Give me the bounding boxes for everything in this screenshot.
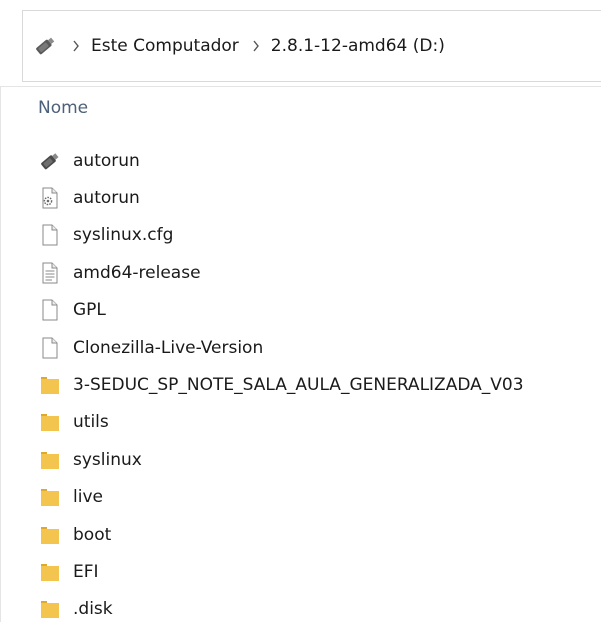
file-name: syslinux.cfg bbox=[73, 225, 174, 246]
list-item[interactable]: syslinux bbox=[38, 441, 598, 478]
list-item[interactable]: Clonezilla-Live-Version bbox=[38, 329, 598, 366]
usb-drive-icon bbox=[38, 149, 62, 173]
list-item[interactable]: utils bbox=[38, 404, 598, 441]
file-name: utils bbox=[73, 412, 109, 433]
folder-icon bbox=[38, 485, 62, 509]
file-list: autorun autorun syslinux.cfg amd64-relea… bbox=[38, 142, 598, 622]
list-item[interactable]: 3-SEDUC_SP_NOTE_SALA_AULA_GENERALIZADA_V… bbox=[38, 366, 598, 403]
folder-icon bbox=[38, 597, 62, 621]
list-item[interactable]: .disk bbox=[38, 591, 598, 622]
blank-file-icon bbox=[38, 298, 62, 322]
list-item[interactable]: autorun bbox=[38, 142, 598, 179]
chevron-right-icon[interactable] bbox=[72, 40, 80, 52]
file-explorer-window: Este Computador 2.8.1-12-amd64 (D:) Nome… bbox=[0, 0, 601, 622]
folder-icon bbox=[38, 560, 62, 584]
file-name: autorun bbox=[73, 188, 140, 209]
folder-icon bbox=[38, 410, 62, 434]
file-name: EFI bbox=[73, 561, 99, 582]
file-name: GPL bbox=[73, 300, 106, 321]
file-name: live bbox=[73, 487, 103, 508]
breadcrumb-drive-d[interactable]: 2.8.1-12-amd64 (D:) bbox=[271, 36, 445, 56]
folder-icon bbox=[38, 373, 62, 397]
folder-icon bbox=[38, 523, 62, 547]
list-item[interactable]: GPL bbox=[38, 292, 598, 329]
breadcrumb-este-computador[interactable]: Este Computador bbox=[91, 36, 239, 56]
blank-file-icon bbox=[38, 223, 62, 247]
file-name: autorun bbox=[73, 150, 140, 171]
list-item[interactable]: amd64-release bbox=[38, 254, 598, 291]
list-item[interactable]: live bbox=[38, 479, 598, 516]
file-name: .disk bbox=[73, 599, 113, 620]
file-name: amd64-release bbox=[73, 262, 201, 283]
chevron-right-icon[interactable] bbox=[252, 40, 260, 52]
text-file-icon bbox=[38, 261, 62, 285]
list-item[interactable]: boot bbox=[38, 516, 598, 553]
file-name: Clonezilla-Live-Version bbox=[73, 337, 264, 358]
address-bar[interactable]: Este Computador 2.8.1-12-amd64 (D:) bbox=[22, 10, 601, 82]
file-name: 3-SEDUC_SP_NOTE_SALA_AULA_GENERALIZADA_V… bbox=[73, 375, 524, 396]
list-item[interactable]: EFI bbox=[38, 553, 598, 590]
folder-icon bbox=[38, 448, 62, 472]
pane-left-border bbox=[0, 86, 1, 622]
file-name: boot bbox=[73, 524, 112, 545]
file-name: syslinux bbox=[73, 449, 142, 470]
blank-file-icon bbox=[38, 336, 62, 360]
list-item[interactable]: autorun bbox=[38, 179, 598, 216]
address-bar-divider bbox=[0, 86, 601, 87]
column-header-name[interactable]: Nome bbox=[38, 98, 88, 118]
settings-file-icon bbox=[38, 186, 62, 210]
usb-drive-icon[interactable] bbox=[31, 32, 59, 60]
list-item[interactable]: syslinux.cfg bbox=[38, 217, 598, 254]
